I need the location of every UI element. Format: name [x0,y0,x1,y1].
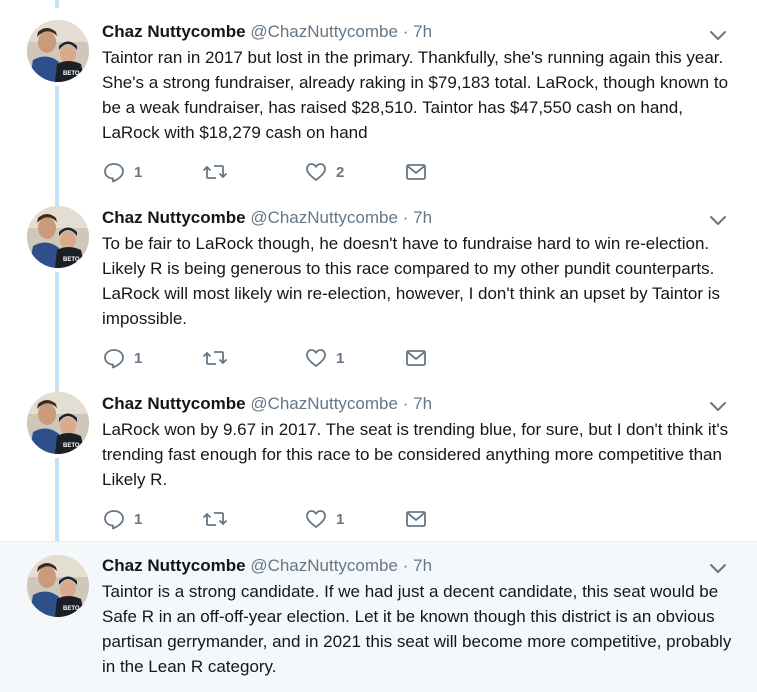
retweet-icon [202,160,228,184]
svg-text:BETO: BETO [63,443,80,449]
like-button[interactable]: 1 [304,344,344,372]
retweet-button[interactable] [202,505,228,533]
timestamp[interactable]: 7h [413,556,432,575]
reply-count: 1 [134,163,143,181]
like-button[interactable]: 2 [304,158,344,186]
like-count: 2 [336,163,345,181]
reply-icon [102,507,126,531]
timestamp[interactable]: 7h [413,394,432,413]
heart-icon [304,346,328,370]
like-button[interactable]: 1 [304,505,344,533]
chevron-down-icon[interactable] [706,394,730,418]
tweet-text: Taintor ran in 2017 but lost in the prim… [102,48,729,142]
reply-count: 1 [134,349,143,367]
svg-text:BETO: BETO [63,71,80,77]
tweet-text: LaRock won by 9.67 in 2017. The seat is … [102,420,729,489]
chevron-down-icon[interactable] [706,556,730,580]
author-handle[interactable]: @ChazNuttycombe [250,22,398,41]
separator-dot: · [402,556,409,575]
separator-dot: · [402,22,409,41]
heart-icon [304,160,328,184]
timestamp[interactable]: 7h [413,208,432,227]
separator-dot: · [402,208,409,227]
retweet-icon [202,507,228,531]
direct-message-button[interactable] [404,158,428,186]
timestamp[interactable]: 7h [413,22,432,41]
author-name[interactable]: Chaz Nuttycombe [102,208,246,227]
retweet-button[interactable] [202,344,228,372]
reply-icon [102,160,126,184]
author-name[interactable]: Chaz Nuttycombe [102,394,246,413]
retweet-button[interactable] [202,158,228,186]
tweet[interactable]: BETO Chaz Nuttycombe @ChazNuttycombe · 7… [0,199,757,385]
tweet[interactable]: BETO Chaz Nuttycombe @ChazNuttycombe · 7… [0,0,757,199]
reply-button[interactable]: 1 [102,158,142,186]
retweet-icon [202,346,228,370]
avatar[interactable]: BETO [27,555,89,617]
envelope-icon [404,346,428,370]
chevron-down-icon[interactable] [706,23,730,47]
tweet-actions: 1 1 [102,344,442,372]
like-count: 1 [336,510,345,528]
reply-icon [102,346,126,370]
tweet-text: Taintor is a strong candidate. If we had… [102,582,732,676]
envelope-icon [404,160,428,184]
tweet[interactable]: BETO Chaz Nuttycombe @ChazNuttycombe · 7… [0,385,757,541]
avatar[interactable]: BETO [27,20,89,82]
direct-message-button[interactable] [404,344,428,372]
author-handle[interactable]: @ChazNuttycombe [250,208,398,227]
reply-button[interactable]: 1 [102,344,142,372]
tweet-text: To be fair to LaRock though, he doesn't … [102,234,721,328]
separator-dot: · [402,394,409,413]
avatar[interactable]: BETO [27,206,89,268]
chevron-down-icon[interactable] [706,208,730,232]
reply-count: 1 [134,510,143,528]
direct-message-button[interactable] [404,505,428,533]
envelope-icon [404,507,428,531]
heart-icon [304,507,328,531]
svg-text:BETO: BETO [63,257,80,263]
author-name[interactable]: Chaz Nuttycombe [102,556,246,575]
tweet-actions: 1 1 [102,505,442,533]
avatar[interactable]: BETO [27,392,89,454]
author-handle[interactable]: @ChazNuttycombe [250,394,398,413]
author-handle[interactable]: @ChazNuttycombe [250,556,398,575]
reply-button[interactable]: 1 [102,505,142,533]
author-name[interactable]: Chaz Nuttycombe [102,22,246,41]
tweet-focused[interactable]: BETO Chaz Nuttycombe @ChazNuttycombe · 7… [0,541,757,692]
tweet-actions: 1 2 [102,158,442,186]
like-count: 1 [336,349,345,367]
svg-text:BETO: BETO [63,606,80,612]
